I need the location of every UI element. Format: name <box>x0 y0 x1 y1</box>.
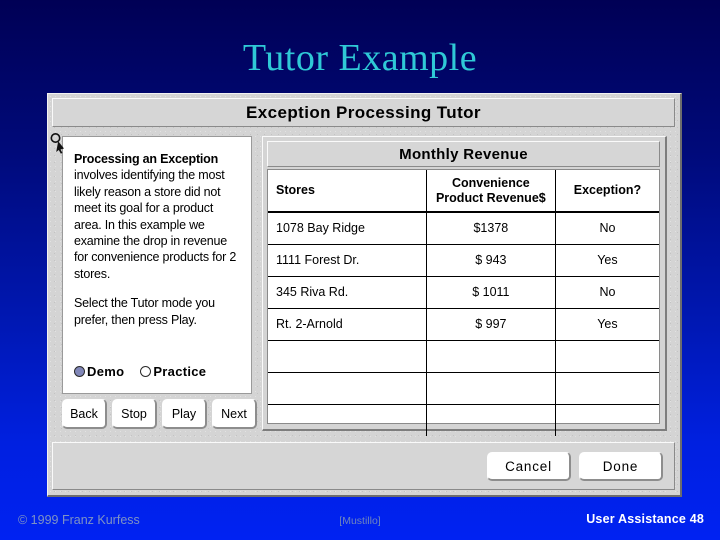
revenue-grid[interactable]: Stores Convenience Product Revenue$ Exce… <box>267 169 660 436</box>
table-row[interactable]: 1111 Forest Dr. $ 943 Yes <box>268 244 659 277</box>
application-window: Exception Processing Tutor Processing an… <box>47 93 682 497</box>
done-button[interactable]: Done <box>579 452 663 481</box>
cell-store <box>268 404 427 436</box>
transport-controls: Back Stop Play Next <box>62 399 257 429</box>
cell-exception <box>555 372 659 405</box>
tutor-mode-radio-group: Demo Practice <box>74 364 206 379</box>
cell-store <box>268 372 427 405</box>
revenue-table: Stores Convenience Product Revenue$ Exce… <box>268 170 659 436</box>
radio-option-demo[interactable]: Demo <box>74 364 124 379</box>
arrow-magnifier-cursor-icon <box>49 132 67 154</box>
column-header-exception: Exception? <box>555 170 659 213</box>
radio-unselected-icon[interactable] <box>140 366 152 377</box>
radio-selected-icon[interactable] <box>74 366 85 377</box>
cell-store <box>268 340 427 373</box>
instructions-paragraph-2: Select the Tutor mode you prefer, then p… <box>74 296 215 327</box>
play-button[interactable]: Play <box>162 399 207 429</box>
table-row[interactable]: Rt. 2-Arnold $ 997 Yes <box>268 308 659 341</box>
instructions-paragraph-1-rest: involves identifying the most likely rea… <box>74 168 237 281</box>
table-header-row: Stores Convenience Product Revenue$ Exce… <box>268 170 659 213</box>
cell-revenue <box>426 340 556 373</box>
cell-store: 345 Riva Rd. <box>268 276 427 309</box>
cell-store: 1111 Forest Dr. <box>268 244 427 277</box>
revenue-table-head: Stores Convenience Product Revenue$ Exce… <box>268 170 659 213</box>
footer-page-label: User Assistance 48 <box>586 512 704 526</box>
window-title: Exception Processing Tutor <box>246 102 481 122</box>
cell-store: Rt. 2-Arnold <box>268 308 427 341</box>
cell-revenue: $ 1011 <box>426 276 556 309</box>
table-row-empty[interactable] <box>268 404 659 436</box>
cell-revenue <box>426 372 556 405</box>
radio-label-practice: Practice <box>153 364 207 379</box>
column-header-revenue-line1: Convenience <box>451 175 530 190</box>
cell-exception: Yes <box>555 244 659 277</box>
monthly-revenue-caption: Monthly Revenue <box>267 141 660 167</box>
column-header-stores: Stores <box>268 170 427 213</box>
window-client-area: Processing an Exception involves identif… <box>49 131 675 437</box>
radio-label-demo: Demo <box>87 364 125 379</box>
next-button[interactable]: Next <box>212 399 257 429</box>
column-header-revenue: Convenience Product Revenue$ <box>426 170 556 213</box>
cell-store: 1078 Bay Ridge <box>268 212 427 245</box>
column-header-revenue-line2: Product Revenue$ <box>435 190 546 205</box>
cell-revenue <box>426 404 556 436</box>
table-row-empty[interactable] <box>268 372 659 405</box>
monthly-revenue-panel: Monthly Revenue Stores Convenience Produ… <box>262 136 667 436</box>
cell-revenue: $ 943 <box>426 244 556 277</box>
window-footer: Cancel Done <box>52 442 675 490</box>
window-titlebar: Exception Processing Tutor <box>52 98 675 127</box>
table-row-empty[interactable] <box>268 340 659 373</box>
instructions-panel: Processing an Exception involves identif… <box>62 136 252 394</box>
cell-exception <box>555 340 659 373</box>
radio-option-practice[interactable]: Practice <box>140 364 206 379</box>
cell-exception: No <box>555 276 659 309</box>
instructions-paragraph-1: Processing an Exception involves identif… <box>74 151 243 282</box>
slide-title: Tutor Example <box>242 37 478 79</box>
cell-exception: Yes <box>555 308 659 341</box>
revenue-table-body: 1078 Bay Ridge $1378 No 1111 Forest Dr. … <box>268 212 659 436</box>
instructions-heading: Processing an Exception <box>74 152 219 166</box>
cancel-button[interactable]: Cancel <box>487 452 571 481</box>
table-row[interactable]: 345 Riva Rd. $ 1011 No <box>268 276 659 309</box>
cell-revenue: $1378 <box>426 212 556 245</box>
stop-button[interactable]: Stop <box>112 399 157 429</box>
cell-exception: No <box>555 212 659 245</box>
cell-revenue: $ 997 <box>426 308 556 341</box>
cell-exception <box>555 404 659 436</box>
slide-footer: © 1999 Franz Kurfess [Mustillo] User Ass… <box>0 506 720 540</box>
dialog-button-group: Cancel Done <box>487 452 663 481</box>
instructions-text: Processing an Exception involves identif… <box>74 151 243 328</box>
table-row[interactable]: 1078 Bay Ridge $1378 No <box>268 212 659 245</box>
back-button[interactable]: Back <box>62 399 107 429</box>
